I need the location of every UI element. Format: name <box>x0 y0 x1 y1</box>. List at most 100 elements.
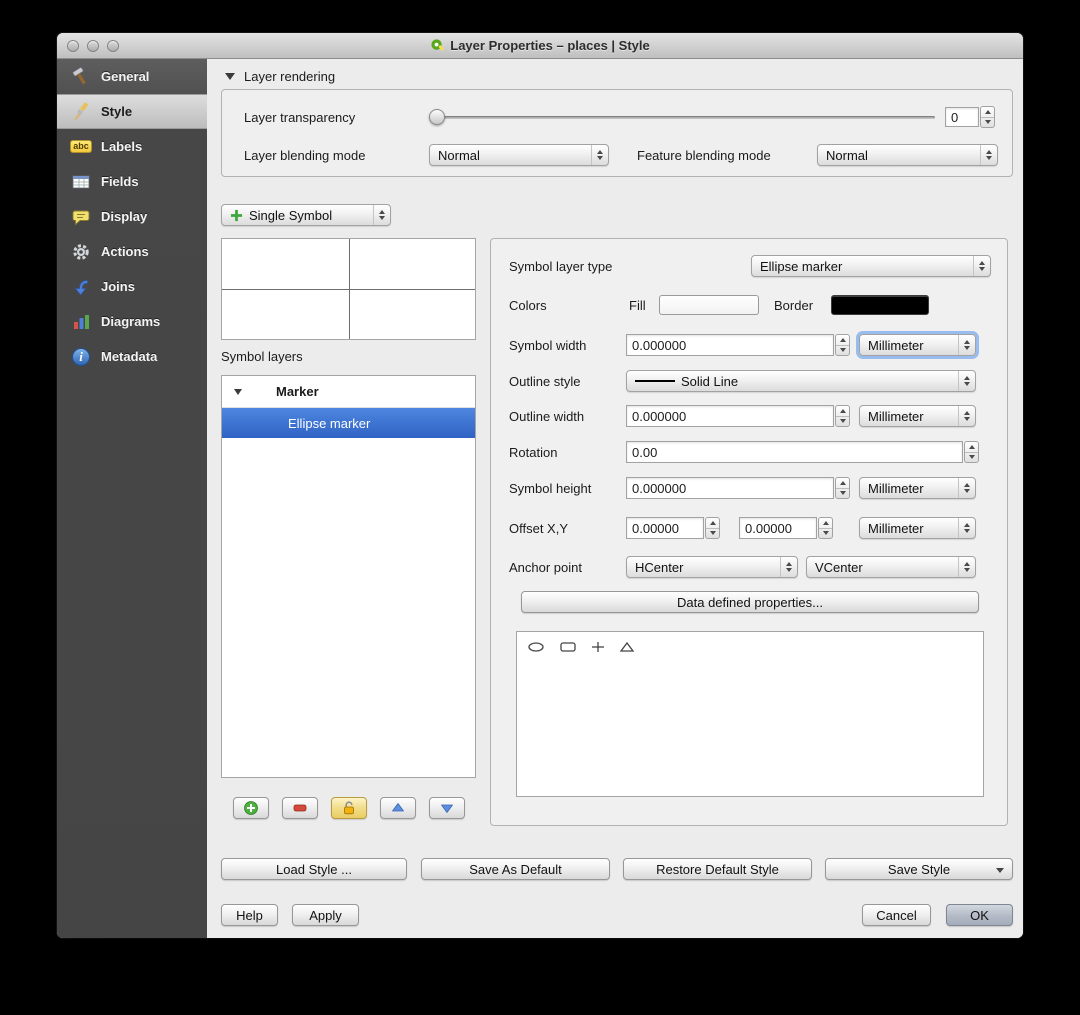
offset-label: Offset X,Y <box>509 520 569 536</box>
save-style-button[interactable]: Save Style <box>825 858 1013 880</box>
symbol-layer-type-dropdown[interactable]: Ellipse marker <box>751 255 991 277</box>
save-style-label: Save Style <box>887 861 951 877</box>
symbol-layers-tree: Marker Ellipse marker <box>221 375 476 778</box>
outline-style-label: Outline style <box>509 373 581 389</box>
offset-y-input[interactable]: 0.00000 <box>739 517 817 539</box>
border-color-swatch[interactable] <box>831 295 929 315</box>
slider-track[interactable] <box>429 116 935 119</box>
symbol-layer-type-value: Ellipse marker <box>760 258 843 274</box>
feature-blending-mode-value: Normal <box>826 147 868 163</box>
sidebar-item-joins[interactable]: Joins <box>57 269 207 304</box>
symbol-width-stepper[interactable] <box>835 334 850 356</box>
data-defined-properties-button[interactable]: Data defined properties... <box>521 591 979 613</box>
sidebar-item-style[interactable]: Style <box>57 94 207 129</box>
feature-blending-mode-dropdown[interactable]: Normal <box>817 144 998 166</box>
offset-unit-dropdown[interactable]: Millimeter <box>859 517 976 539</box>
move-layer-down-button[interactable] <box>428 797 465 819</box>
sidebar-item-metadata[interactable]: i Metadata <box>57 339 207 374</box>
anchor-horizontal-value: HCenter <box>635 559 684 575</box>
symbol-width-unit-dropdown[interactable]: Millimeter <box>859 334 976 356</box>
symbol-height-unit-dropdown[interactable]: Millimeter <box>859 477 976 499</box>
layer-transparency-label: Layer transparency <box>244 109 356 125</box>
tools-icon <box>70 66 92 88</box>
rectangle-shape-icon[interactable] <box>559 641 577 653</box>
ok-button[interactable]: OK <box>946 904 1013 926</box>
outline-style-dropdown[interactable]: Solid Line <box>626 370 976 392</box>
titlebar[interactable]: Layer Properties – places | Style <box>57 33 1023 59</box>
outline-width-input[interactable]: 0.000000 <box>626 405 834 427</box>
sidebar-item-label: General <box>101 69 150 84</box>
load-style-button[interactable]: Load Style ... <box>221 858 407 880</box>
tree-expand-triangle-icon[interactable] <box>234 388 242 395</box>
dropdown-arrows-icon <box>373 205 390 225</box>
sidebar-item-diagrams[interactable]: Diagrams <box>57 304 207 339</box>
save-as-default-label: Save As Default <box>469 861 562 877</box>
properties-sidebar: General Style abc Labels Fields Display … <box>57 59 207 938</box>
close-window-button[interactable] <box>67 40 79 52</box>
slider-thumb[interactable] <box>429 109 445 125</box>
feature-blending-mode-label: Feature blending mode <box>637 147 771 163</box>
offset-x-stepper[interactable] <box>705 517 720 539</box>
dropdown-arrows-icon <box>958 478 975 498</box>
zoom-window-button[interactable] <box>107 40 119 52</box>
offset-x-value: 0.00000 <box>632 520 679 536</box>
rotation-input[interactable]: 0.00 <box>626 441 963 463</box>
stepper-up-icon[interactable] <box>981 107 994 117</box>
outline-width-unit-dropdown[interactable]: Millimeter <box>859 405 976 427</box>
sidebar-item-label: Metadata <box>101 349 158 364</box>
fill-label: Fill <box>629 297 646 313</box>
tree-item-ellipse-marker[interactable]: Ellipse marker <box>222 408 475 438</box>
ellipse-shape-icon[interactable] <box>527 641 545 653</box>
layer-rendering-header[interactable]: Layer rendering <box>225 69 335 84</box>
abc-label-icon: abc <box>70 136 92 158</box>
fill-color-swatch[interactable] <box>659 295 759 315</box>
save-as-default-button[interactable]: Save As Default <box>421 858 610 880</box>
symbol-width-label: Symbol width <box>509 337 587 353</box>
triangle-shape-icon[interactable] <box>619 641 635 653</box>
outline-width-label: Outline width <box>509 408 585 424</box>
anchor-point-label: Anchor point <box>509 559 582 575</box>
symbol-width-value: 0.000000 <box>632 337 687 353</box>
collapse-triangle-icon[interactable] <box>225 73 235 80</box>
rotation-stepper[interactable] <box>964 441 979 463</box>
apply-button[interactable]: Apply <box>292 904 359 926</box>
anchor-vertical-value: VCenter <box>815 559 863 575</box>
symbol-height-input[interactable]: 0.000000 <box>626 477 834 499</box>
crosshair-vertical-line <box>348 239 350 339</box>
info-icon-text: i <box>79 348 83 364</box>
renderer-type-dropdown[interactable]: Single Symbol <box>221 204 391 226</box>
layer-rendering-group: Layer transparency 0 Layer blending mode… <box>221 89 1013 177</box>
dropdown-arrows-icon <box>958 335 975 355</box>
sidebar-item-label: Style <box>101 104 133 119</box>
lock-color-button[interactable] <box>330 797 367 819</box>
minimize-window-button[interactable] <box>87 40 99 52</box>
offset-x-input[interactable]: 0.00000 <box>626 517 704 539</box>
layer-transparency-slider[interactable] <box>429 106 935 128</box>
sidebar-item-labels[interactable]: abc Labels <box>57 129 207 164</box>
cross-shape-icon[interactable] <box>591 641 605 653</box>
save-style-menu-arrow-icon[interactable] <box>996 868 1004 873</box>
anchor-horizontal-dropdown[interactable]: HCenter <box>626 556 798 578</box>
move-layer-up-button[interactable] <box>379 797 416 819</box>
offset-y-value: 0.00000 <box>745 520 792 536</box>
restore-default-style-button[interactable]: Restore Default Style <box>623 858 812 880</box>
stepper-down-icon[interactable] <box>981 118 994 128</box>
help-button[interactable]: Help <box>221 904 278 926</box>
sidebar-item-display[interactable]: Display <box>57 199 207 234</box>
layer-blending-mode-dropdown[interactable]: Normal <box>429 144 609 166</box>
sidebar-item-general[interactable]: General <box>57 59 207 94</box>
symbol-height-stepper[interactable] <box>835 477 850 499</box>
outline-width-stepper[interactable] <box>835 405 850 427</box>
cancel-button[interactable]: Cancel <box>862 904 931 926</box>
colors-label: Colors <box>509 297 547 313</box>
layer-transparency-stepper[interactable] <box>980 106 995 128</box>
offset-y-stepper[interactable] <box>818 517 833 539</box>
anchor-vertical-dropdown[interactable]: VCenter <box>806 556 976 578</box>
add-symbol-layer-button[interactable] <box>232 797 269 819</box>
remove-symbol-layer-button[interactable] <box>281 797 318 819</box>
sidebar-item-fields[interactable]: Fields <box>57 164 207 199</box>
symbol-width-input[interactable]: 0.000000 <box>626 334 834 356</box>
layer-transparency-value[interactable]: 0 <box>945 107 979 127</box>
tree-group-marker[interactable]: Marker <box>222 376 475 408</box>
sidebar-item-actions[interactable]: Actions <box>57 234 207 269</box>
